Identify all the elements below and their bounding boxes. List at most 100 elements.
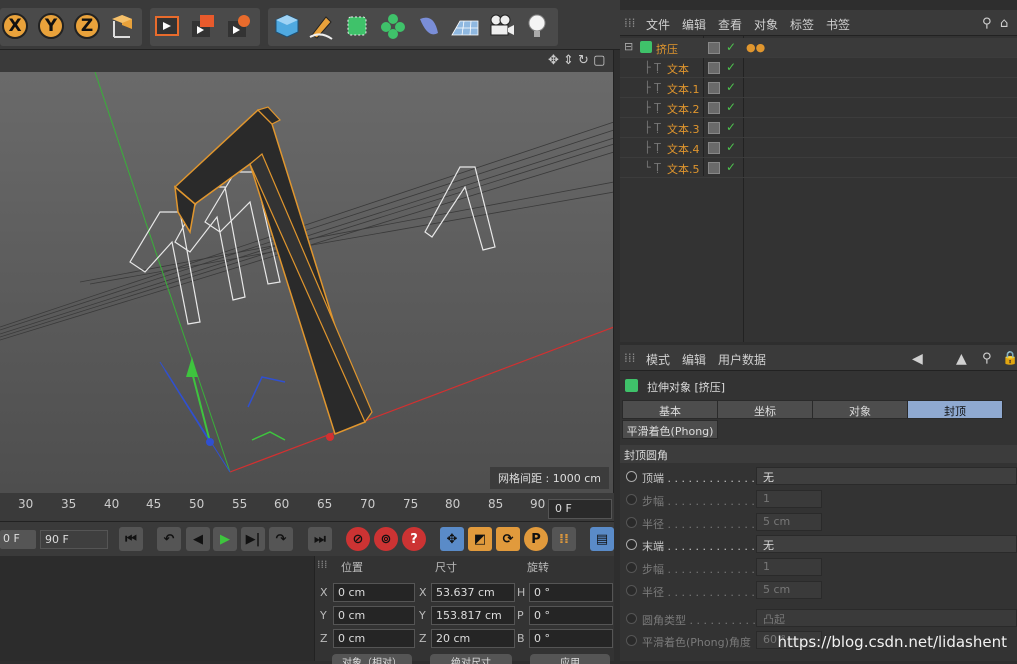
- anim-radio[interactable]: [626, 613, 637, 624]
- search-icon[interactable]: ⚲: [982, 351, 992, 366]
- end-cap-dropdown[interactable]: 无: [756, 535, 1017, 553]
- up-arrow-icon[interactable]: ▲: [956, 351, 967, 367]
- prev-key-icon[interactable]: ↶: [157, 527, 181, 551]
- goto-start-icon[interactable]: ⏮: [119, 527, 143, 551]
- enabled-check-icon[interactable]: ✓: [726, 80, 736, 94]
- object-row-text[interactable]: ├ Ṭ 文本.4 ✓: [620, 138, 1017, 158]
- render-picture-icon[interactable]: [188, 10, 218, 42]
- end-frame-field[interactable]: 90 F: [40, 530, 108, 549]
- rotate-key-icon[interactable]: ⟳: [496, 527, 520, 551]
- tab-object[interactable]: 对象: [812, 400, 908, 419]
- viewport-nav-icons[interactable]: ✥ ⇕ ↻ ▢: [548, 53, 605, 68]
- home-icon[interactable]: ⌂: [1000, 16, 1008, 31]
- floor-icon[interactable]: [450, 10, 480, 42]
- lock-icon[interactable]: 🔒: [1002, 351, 1017, 366]
- object-row-text[interactable]: ├ Ṭ 文本 ✓: [620, 58, 1017, 78]
- layer-icon[interactable]: [708, 62, 720, 74]
- absolute-size-button[interactable]: 绝对尺寸: [430, 654, 512, 664]
- goto-end-icon[interactable]: ⏭: [308, 527, 332, 551]
- anim-radio[interactable]: [626, 494, 637, 505]
- help-icon[interactable]: ?: [402, 527, 426, 551]
- anim-radio[interactable]: [626, 562, 637, 573]
- anim-radio[interactable]: [626, 635, 637, 646]
- enabled-check-icon[interactable]: ✓: [726, 100, 736, 114]
- phong-tag-icon[interactable]: ●●: [746, 41, 765, 54]
- object-row-text[interactable]: ├ Ṭ 文本.3 ✓: [620, 118, 1017, 138]
- enabled-check-icon[interactable]: ✓: [726, 60, 736, 74]
- rot-b-field[interactable]: 0 °: [529, 629, 613, 648]
- rot-p-field[interactable]: 0 °: [529, 606, 613, 625]
- 3d-viewport[interactable]: ✥ ⇕ ↻ ▢ 网格间距: 1000 cm: [0, 50, 614, 493]
- back-arrow-icon[interactable]: ◀: [912, 351, 923, 367]
- param-key-icon[interactable]: P: [524, 527, 548, 551]
- end-steps-field[interactable]: 1: [756, 558, 822, 576]
- tab-phong[interactable]: 平滑着色(Phong): [622, 420, 718, 439]
- size-y-field[interactable]: 153.817 cm: [431, 606, 515, 625]
- pla-key-icon[interactable]: ⁞⁞: [552, 527, 576, 551]
- camera-icon[interactable]: [486, 10, 516, 42]
- render-settings-icon[interactable]: [224, 10, 254, 42]
- light-icon[interactable]: [522, 10, 552, 42]
- size-z-field[interactable]: 20 cm: [431, 629, 515, 648]
- object-relative-button[interactable]: 对象（相对）: [332, 654, 412, 664]
- end-radius-field[interactable]: 5 cm: [756, 581, 822, 599]
- menu-user-data[interactable]: 用户数据: [718, 351, 766, 368]
- enabled-check-icon[interactable]: ✓: [726, 40, 736, 54]
- record-icon[interactable]: ⊘: [346, 527, 370, 551]
- enabled-check-icon[interactable]: ✓: [726, 160, 736, 174]
- cube-icon[interactable]: [272, 10, 302, 42]
- prev-frame-icon[interactable]: ◀: [186, 527, 210, 551]
- nurbs-icon[interactable]: [342, 10, 372, 42]
- start-steps-field[interactable]: 1: [756, 490, 822, 508]
- enabled-check-icon[interactable]: ✓: [726, 120, 736, 134]
- layer-icon[interactable]: [708, 122, 720, 134]
- pos-x-field[interactable]: 0 cm: [333, 583, 415, 602]
- z-axis-lock-button[interactable]: Z: [72, 10, 102, 42]
- menu-file[interactable]: 文件: [646, 16, 670, 33]
- next-key-icon[interactable]: ↷: [269, 527, 293, 551]
- rot-h-field[interactable]: 0 °: [529, 583, 613, 602]
- layer-icon[interactable]: [708, 102, 720, 114]
- enabled-check-icon[interactable]: ✓: [726, 140, 736, 154]
- anim-radio[interactable]: [626, 471, 637, 482]
- pen-icon[interactable]: [306, 10, 336, 42]
- film-icon[interactable]: ▤: [590, 527, 614, 551]
- y-axis-lock-button[interactable]: Y: [36, 10, 66, 42]
- pos-z-field[interactable]: 0 cm: [333, 629, 415, 648]
- object-row-extrude[interactable]: ⊟ 挤压 ✓ ●●: [620, 38, 1017, 58]
- deformer-icon[interactable]: [414, 10, 444, 42]
- menu-bookmarks[interactable]: 书签: [826, 16, 850, 33]
- anim-radio[interactable]: [626, 539, 637, 550]
- render-view-icon[interactable]: [152, 10, 182, 42]
- start-radius-field[interactable]: 5 cm: [756, 513, 822, 531]
- array-icon[interactable]: [378, 10, 408, 42]
- anim-radio[interactable]: [626, 517, 637, 528]
- search-icon[interactable]: ⚲: [982, 16, 992, 31]
- menu-objects[interactable]: 对象: [754, 16, 778, 33]
- layer-icon[interactable]: [708, 142, 720, 154]
- autokey-icon[interactable]: ⊚: [374, 527, 398, 551]
- layer-icon[interactable]: [708, 162, 720, 174]
- layer-icon[interactable]: [708, 42, 720, 54]
- layer-icon[interactable]: [708, 82, 720, 94]
- fillet-type-dropdown[interactable]: 凸起: [756, 609, 1017, 627]
- menu-edit[interactable]: 编辑: [682, 16, 706, 33]
- pos-y-field[interactable]: 0 cm: [333, 606, 415, 625]
- object-row-text[interactable]: ├ Ṭ 文本.2 ✓: [620, 98, 1017, 118]
- menu-mode[interactable]: 模式: [646, 351, 670, 368]
- collapse-icon[interactable]: ⊟: [624, 40, 633, 53]
- menu-edit[interactable]: 编辑: [682, 351, 706, 368]
- apply-button[interactable]: 应用: [530, 654, 610, 664]
- x-axis-lock-button[interactable]: X: [0, 10, 30, 42]
- timeline-ruler[interactable]: 30 35 40 45 50 55 60 65 70 75 80 85 90: [0, 493, 614, 521]
- world-axis-icon[interactable]: [108, 10, 138, 42]
- start-cap-dropdown[interactable]: 无: [756, 467, 1017, 485]
- menu-view[interactable]: 查看: [718, 16, 742, 33]
- object-row-text[interactable]: ├ Ṭ 文本.1 ✓: [620, 78, 1017, 98]
- tab-caps[interactable]: 封顶: [907, 400, 1003, 419]
- object-row-text[interactable]: └ Ṭ 文本.5 ✓: [620, 158, 1017, 178]
- tab-basic[interactable]: 基本: [622, 400, 718, 419]
- current-frame-field[interactable]: 0 F: [548, 499, 612, 519]
- scale-key-icon[interactable]: ◩: [468, 527, 492, 551]
- start-frame-field[interactable]: 0 F: [0, 530, 36, 549]
